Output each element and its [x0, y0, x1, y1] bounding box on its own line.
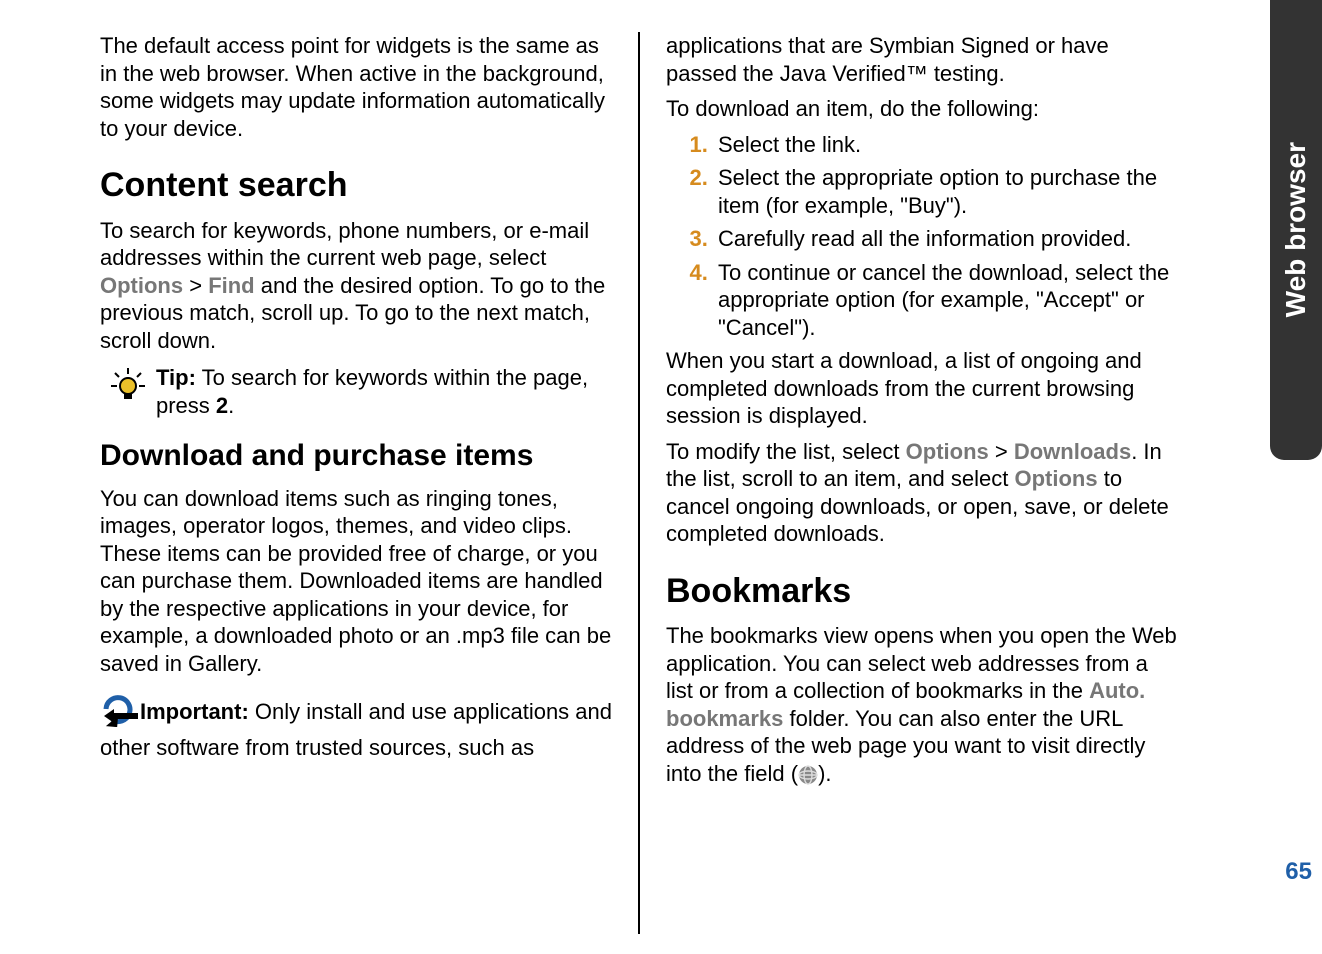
download-steps: Select the link. Select the appropriate … [666, 131, 1180, 342]
page-number: 65 [1285, 858, 1312, 886]
content-search-body: To search for keywords, phone numbers, o… [100, 217, 612, 355]
widgets-intro: The default access point for widgets is … [100, 32, 612, 142]
modify-list: To modify the list, select Options > Dow… [666, 438, 1180, 548]
url-field-icon [798, 765, 818, 785]
menu-options-3: Options [1015, 466, 1098, 491]
search-pre: To search for keywords, phone numbers, o… [100, 218, 589, 271]
tip-end: . [228, 393, 234, 418]
sep-gt: > [183, 273, 208, 298]
heading-bookmarks: Bookmarks [666, 570, 1180, 613]
menu-downloads: Downloads [1014, 439, 1131, 464]
important-label: Important: [140, 699, 249, 724]
tip-key: 2 [216, 393, 228, 418]
section-tab-label: Web browser [1280, 142, 1312, 317]
tip-row: Tip: To search for keywords within the p… [100, 364, 612, 419]
side-area: Web browser 65 [1190, 0, 1322, 954]
important-block: Important: Only install and use applicat… [100, 693, 612, 761]
sep-gt-2: > [989, 439, 1014, 464]
tip-text: Tip: To search for keywords within the p… [156, 364, 612, 419]
tip-label: Tip: [156, 365, 196, 390]
heading-content-search: Content search [100, 164, 612, 207]
lightbulb-icon [100, 364, 156, 419]
download-intro: To download an item, do the following: [666, 95, 1180, 123]
menu-find: Find [208, 273, 254, 298]
right-column: applications that are Symbian Signed or … [640, 32, 1180, 934]
menu-options-2: Options [906, 439, 989, 464]
step-1: Select the link. [714, 131, 1180, 159]
arrow-clock-icon [100, 693, 138, 734]
step-3: Carefully read all the information provi… [714, 225, 1180, 253]
step-2: Select the appropriate option to purchas… [714, 164, 1180, 219]
content-columns: The default access point for widgets is … [0, 0, 1190, 954]
bm-post: ). [818, 761, 831, 786]
page: The default access point for widgets is … [0, 0, 1322, 954]
menu-options: Options [100, 273, 183, 298]
step-4: To continue or cancel the download, sele… [714, 259, 1180, 342]
download-note: When you start a download, a list of ong… [666, 347, 1180, 430]
important-continued: applications that are Symbian Signed or … [666, 32, 1180, 87]
download-body: You can download items such as ringing t… [100, 485, 612, 678]
left-column: The default access point for widgets is … [100, 32, 640, 934]
heading-download: Download and purchase items [100, 437, 612, 475]
bookmarks-body: The bookmarks view opens when you open t… [666, 622, 1180, 787]
modify-pre: To modify the list, select [666, 439, 906, 464]
section-tab: Web browser [1270, 0, 1322, 460]
